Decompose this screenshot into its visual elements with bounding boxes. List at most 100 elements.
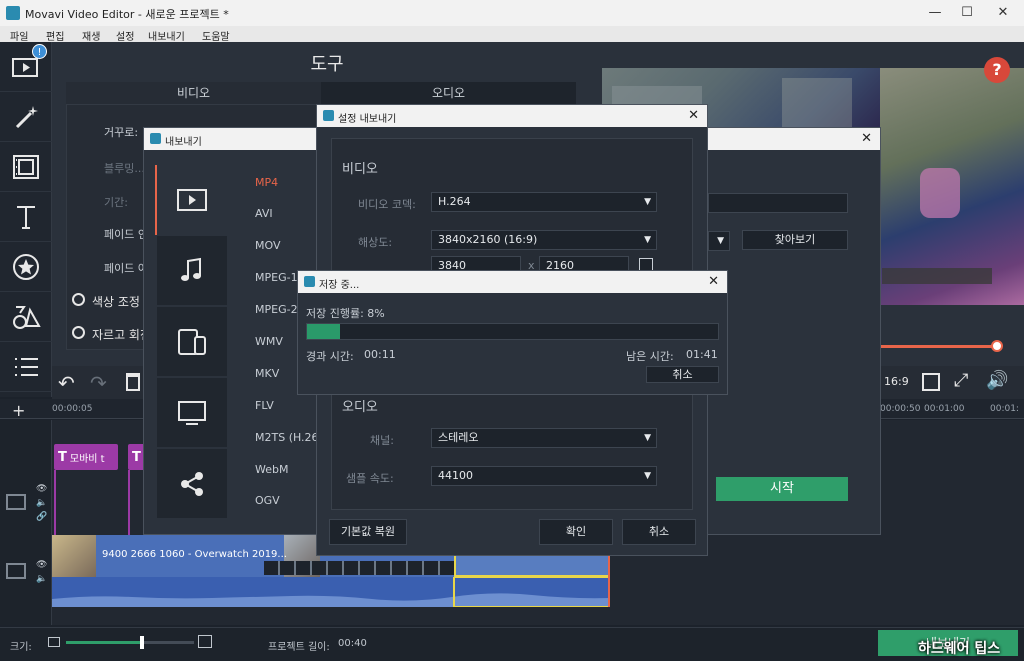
category-video[interactable]	[157, 165, 227, 235]
blur-label: 블루밍...	[104, 162, 145, 175]
maximize-button[interactable]: ☐	[952, 4, 982, 22]
title-clip-line	[54, 470, 56, 535]
color-adjust-radio[interactable]	[72, 293, 85, 306]
fullscreen-icon[interactable]: ⤢	[954, 370, 968, 391]
format-mpeg2[interactable]: MPEG-2	[255, 303, 298, 316]
title-t-icon: T	[58, 449, 67, 465]
start-button[interactable]: 시작	[716, 477, 848, 501]
title-clip-2-line	[128, 470, 130, 535]
settings-dialog-icon	[323, 110, 334, 121]
export-dialog-title: 내보내기	[165, 137, 202, 148]
transitions-tool[interactable]	[0, 142, 52, 192]
menu-settings[interactable]: 설정	[116, 28, 134, 43]
video-section-header: 비디오	[342, 162, 378, 177]
settings-dialog-titlebar: 설정 내보내기 ✕	[317, 105, 707, 127]
add-track-icon[interactable]: +	[12, 401, 25, 420]
close-button[interactable]: ✕	[988, 4, 1018, 22]
zoom-in-icon[interactable]	[198, 635, 212, 648]
saving-dialog-close-icon[interactable]: ✕	[708, 274, 719, 289]
elapsed-label: 경과 시간:	[306, 350, 354, 363]
ok-button[interactable]: 확인	[539, 519, 613, 545]
filename-field[interactable]	[708, 193, 848, 213]
format-flv[interactable]: FLV	[255, 399, 274, 412]
stickers-tool[interactable]	[0, 242, 52, 292]
codec-label: 비디오 코덱:	[358, 198, 416, 211]
menu-play[interactable]: 재생	[82, 28, 100, 43]
playhead-handle[interactable]	[991, 340, 1003, 352]
audio-clip[interactable]	[52, 577, 610, 607]
codec-dropdown[interactable]: H.264 ▼	[431, 192, 657, 212]
menu-help[interactable]: 도움말	[202, 28, 230, 43]
popout-icon[interactable]	[922, 373, 940, 391]
callouts-tool[interactable]	[0, 292, 52, 342]
tab-audio[interactable]: 오디오	[321, 82, 576, 104]
menu-file[interactable]: 파일	[10, 28, 28, 43]
format-mov[interactable]: MOV	[255, 239, 280, 252]
settings-dialog-close-icon[interactable]: ✕	[688, 108, 699, 123]
category-tv[interactable]	[157, 378, 227, 448]
crop-rotate-radio[interactable]	[72, 326, 85, 339]
format-mpeg1[interactable]: MPEG-1	[255, 271, 298, 284]
channel-dropdown[interactable]: 스테레오 ▼	[431, 428, 657, 448]
video-clip-label: 9400 2666 1060 - Overwatch 2019...	[102, 549, 287, 560]
ruler-time-1: 00:00:05	[52, 404, 93, 414]
filmstrip-icon	[13, 154, 39, 179]
samplerate-dropdown[interactable]: 44100 ▼	[431, 466, 657, 486]
help-button[interactable]: ?	[984, 57, 1010, 83]
elapsed-value: 00:11	[364, 348, 396, 361]
channel-value: 스테레오	[438, 431, 479, 444]
link-icon[interactable]: 🔗	[36, 512, 47, 522]
title-clip-label: 모바비 t	[69, 453, 105, 465]
color-adjust-label: 색상 조정	[92, 295, 140, 309]
resolution-value: 3840x2160 (16:9)	[438, 233, 538, 246]
undo-icon[interactable]: ↶	[58, 371, 75, 395]
duration-label: 기간:	[104, 196, 128, 209]
format-webm[interactable]: WebM	[255, 463, 288, 476]
menu-export[interactable]: 내보내기	[148, 28, 185, 43]
playback-progress[interactable]	[880, 345, 996, 348]
resolution-dropdown[interactable]: 3840x2160 (16:9) ▼	[431, 230, 657, 250]
tab-video[interactable]: 비디오	[66, 82, 321, 104]
remaining-label: 남은 시간:	[626, 350, 674, 363]
title-clip-2-label: T	[132, 449, 141, 465]
export-dialog-close-icon[interactable]: ✕	[861, 131, 872, 146]
filters-tool[interactable]	[0, 92, 52, 142]
saving-cancel-button[interactable]: 취소	[646, 366, 719, 383]
clip-thumbnail	[52, 535, 96, 577]
zoom-slider-handle[interactable]	[140, 636, 144, 649]
main-mute-icon[interactable]: 🔈	[36, 574, 47, 584]
delete-icon[interactable]	[126, 373, 140, 391]
minimize-button[interactable]: —	[920, 4, 950, 22]
reset-defaults-button[interactable]: 기본값 복원	[329, 519, 407, 545]
main-visibility-icon[interactable]: 👁	[36, 560, 47, 570]
more-tools[interactable]	[0, 342, 52, 392]
category-audio[interactable]	[157, 236, 227, 306]
titles-tool[interactable]	[0, 192, 52, 242]
format-mkv[interactable]: MKV	[255, 367, 279, 380]
menu-edit[interactable]: 편집	[46, 28, 64, 43]
saving-dialog-title: 저장 중...	[319, 280, 360, 291]
visibility-eye-icon[interactable]: 👁	[36, 484, 47, 494]
title-clip[interactable]: T 모바비 t	[54, 444, 118, 470]
save-location-dropdown[interactable]: ▼	[708, 231, 730, 251]
settings-cancel-button[interactable]: 취소	[622, 519, 696, 545]
track-headers: 👁 🔈 🔗 👁 🔈	[0, 420, 52, 625]
zoom-out-icon[interactable]	[48, 637, 60, 647]
devices-icon	[178, 328, 206, 355]
app-icon	[6, 6, 20, 20]
redo-icon[interactable]: ↷	[90, 371, 107, 395]
window-title: Movavi Video Editor - 새로운 프로젝트 *	[25, 8, 229, 21]
volume-icon[interactable]: 🔊	[986, 370, 1008, 391]
format-avi[interactable]: AVI	[255, 207, 273, 220]
format-mp4[interactable]: MP4	[255, 176, 278, 189]
tool-rail: !	[0, 42, 52, 397]
browse-button[interactable]: 찾아보기	[742, 230, 848, 250]
category-share[interactable]	[157, 449, 227, 519]
tools-panel-title: 도구	[310, 54, 344, 75]
category-devices[interactable]	[157, 307, 227, 377]
save-progress-fill	[307, 324, 340, 339]
aspect-ratio[interactable]: 16:9	[884, 375, 909, 388]
format-ogv[interactable]: OGV	[255, 494, 280, 507]
mute-icon[interactable]: 🔈	[36, 498, 47, 508]
format-wmv[interactable]: WMV	[255, 335, 283, 348]
